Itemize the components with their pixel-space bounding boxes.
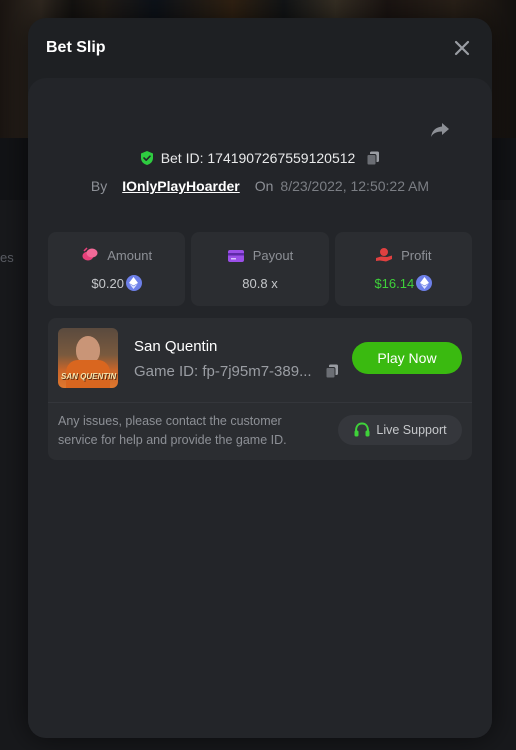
share-icon [431,123,449,137]
on-label: On [254,178,274,194]
headset-icon [354,422,370,437]
live-support-button[interactable]: Live Support [338,415,462,445]
stat-value: $0.20 [91,275,124,291]
coins-icon [82,247,98,261]
bet-id-text: Bet ID: 1741907267559120512 [160,150,356,166]
close-icon [454,40,470,56]
stat-profit: Profit $16.14 [334,232,472,306]
bet-id-row: Bet ID: 1741907267559120512 [28,150,492,166]
game-name: San Quentin [134,338,218,355]
stat-value: 80.8 x [242,275,278,291]
eth-icon [416,275,433,291]
stat-value: $16.14 [374,275,415,291]
game-thumbnail-logo: SAN QUENTIN [61,372,117,381]
card-icon [227,249,244,262]
copy-icon[interactable] [365,150,381,166]
modal-title: Bet Slip [46,39,106,56]
hand-coin-icon [376,248,393,262]
play-now-button[interactable]: Play Now [352,342,462,374]
divider [48,402,472,403]
game-id: Game ID: fp-7j95m7-389... [134,363,312,380]
by-label: By [90,178,108,194]
stat-payout: Payout 80.8 x [191,232,329,306]
game-card: SAN QUENTIN San Quentin Game ID: fp-7j95… [48,318,472,460]
stat-label: Amount [107,247,153,263]
bet-slip-modal: Bet Slip Bet ID: 1741907267559120512 By … [28,18,492,738]
help-text: Any issues, please contact the customer … [58,414,287,447]
stat-amount: Amount $0.20 [48,232,186,306]
close-button[interactable] [452,38,472,58]
username-link[interactable]: IOnlyPlayHoarder [122,178,240,194]
game-thumbnail[interactable]: SAN QUENTIN [58,328,118,388]
bet-date: 8/23/2022, 12:50:22 AM [280,178,430,194]
background-partial-text: es [0,250,14,265]
eth-icon [125,275,142,291]
stat-label: Payout [252,248,294,263]
copy-icon[interactable] [324,363,340,379]
stat-label: Profit [401,247,432,263]
live-support-label: Live Support [376,423,447,437]
shield-check-icon [140,151,153,165]
bet-stats: Amount $0.20 Payout 80.8 x Profit $16.14 [48,232,472,306]
bet-author-row: By IOnlyPlayHoarder On 8/23/2022, 12:50:… [28,178,492,194]
share-button[interactable] [428,118,452,142]
bet-details-panel: Bet ID: 1741907267559120512 By IOnlyPlay… [28,78,492,738]
